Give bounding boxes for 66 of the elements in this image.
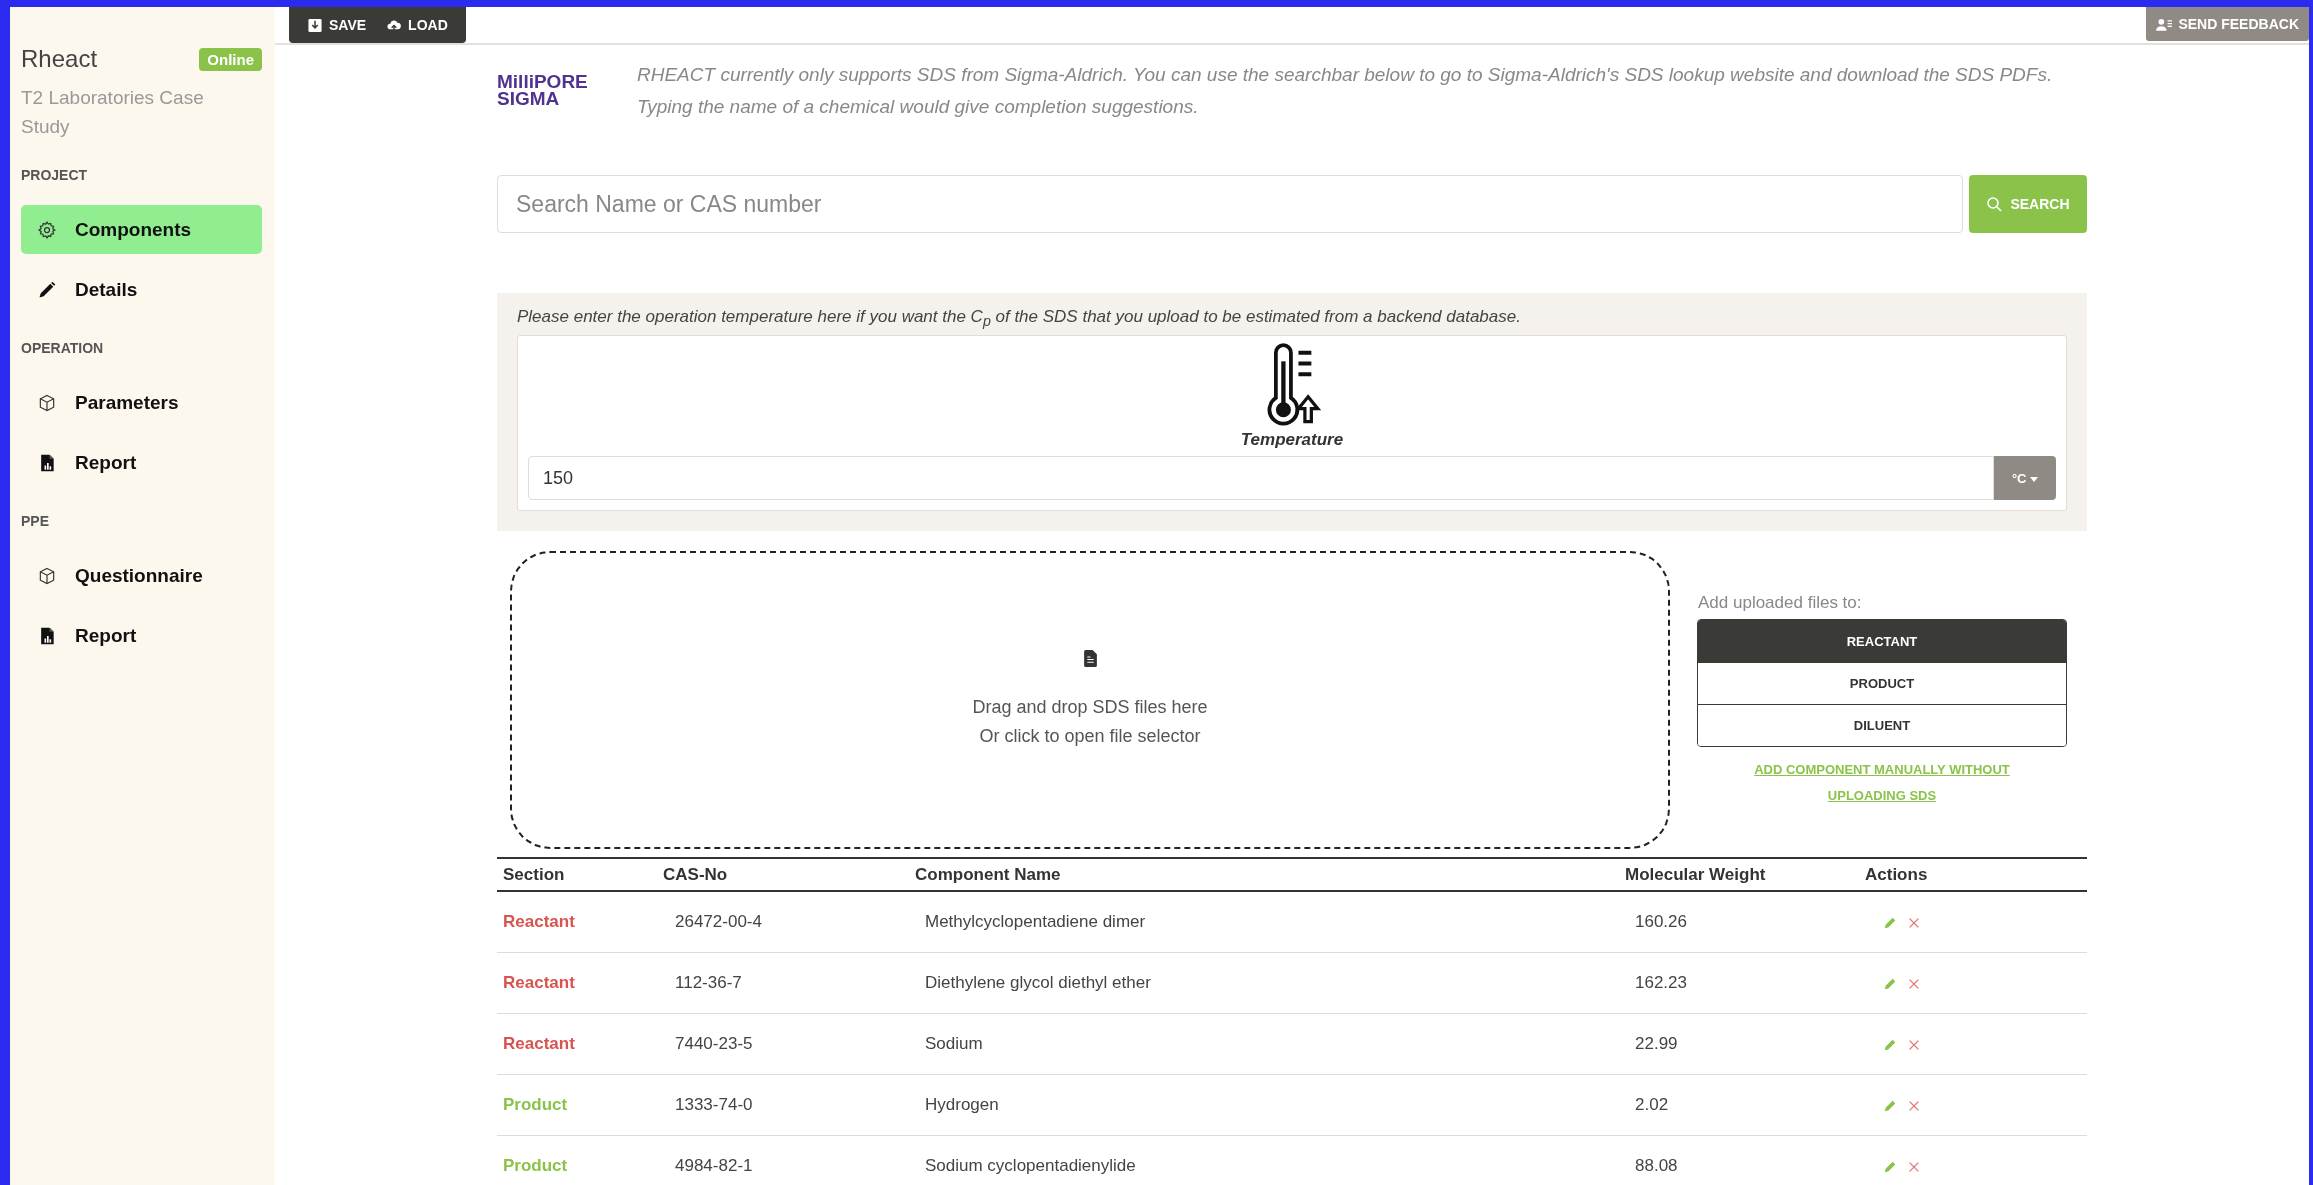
name-cell: Diethylene glycol diethyl ether <box>925 973 1151 993</box>
weight-cell: 160.26 <box>1635 912 1687 932</box>
section-cell: Reactant <box>503 912 575 932</box>
search-icon <box>1986 196 2003 212</box>
target-option[interactable]: DILUENT <box>1698 704 2066 747</box>
status-badge: Online <box>199 47 262 71</box>
weight-cell: 162.23 <box>1635 973 1687 993</box>
cube-icon <box>37 392 57 413</box>
intro-text: RHEACT currently only supports SDS from Sigma-Aldrich. You can use the searchbar below to go to Sigma-Aldrich's SDS lookup website and download the SDS PDFs. Typing the name of a chemical would give completion suggestions. <box>637 63 2054 119</box>
pencil-icon <box>37 279 57 300</box>
target-label: Add uploaded files to: <box>1698 593 1862 614</box>
column-header: Molecular Weight <box>1625 864 1766 884</box>
cube-icon <box>37 565 57 586</box>
dropzone-text: Or click to open file selector <box>979 724 1201 748</box>
name-cell: Hydrogen <box>925 1095 999 1115</box>
cas-cell: 1333-74-0 <box>675 1095 753 1115</box>
search-field[interactable]: Search Name or CAS number <box>497 175 1963 233</box>
sidebar-item[interactable]: Parameters <box>21 378 262 427</box>
toolbar-button[interactable]: LOAD <box>378 17 456 33</box>
app-title: Rheact <box>21 45 98 73</box>
sidebar-item[interactable]: Report <box>21 611 262 660</box>
target-option[interactable]: REACTANT <box>1698 620 2066 663</box>
toolbar-button[interactable]: SAVE <box>299 17 375 33</box>
cas-cell: 7440-23-5 <box>675 1034 753 1054</box>
column-header: CAS-No <box>663 864 728 884</box>
section-cell: Reactant <box>503 1034 575 1054</box>
download-icon <box>307 17 323 33</box>
temperature-label: Temperature <box>1240 430 1344 451</box>
column-header: Section <box>503 864 565 884</box>
temperature-field[interactable]: 150 <box>528 456 1994 501</box>
section-heading: OPERATION <box>21 340 105 356</box>
section-heading: PROJECT <box>21 167 89 183</box>
cas-cell: 26472-00-4 <box>675 912 762 932</box>
section-cell: Product <box>503 1156 568 1176</box>
edit-icon[interactable] <box>1883 1159 1897 1174</box>
sidebar-item[interactable]: Questionnaire <box>21 551 262 600</box>
weight-cell: 22.99 <box>1635 1034 1678 1054</box>
dropzone-text: Drag and drop SDS files here <box>972 695 1208 719</box>
cas-cell: 4984-82-1 <box>675 1156 753 1176</box>
logo: MilliPORE SIGMA <box>497 70 589 107</box>
cas-cell: 112-36-7 <box>675 973 742 993</box>
weight-cell: 88.08 <box>1635 1156 1678 1176</box>
edit-icon[interactable] <box>1883 915 1897 930</box>
section-cell: Product <box>503 1095 568 1115</box>
temperature-note: Please enter the operation temperature here if you want the C$_{p}$ of the SDS that you upload to be estimated from a backend database. <box>517 307 1522 330</box>
edit-icon[interactable] <box>1883 976 1897 991</box>
user-list-icon <box>2156 16 2173 32</box>
caret-icon <box>2030 476 2039 482</box>
project-name: T2 Laboratories Case Study <box>21 86 205 139</box>
sidebar-item[interactable]: Report <box>21 438 262 487</box>
edit-icon[interactable] <box>1883 1037 1897 1052</box>
section-cell: Reactant <box>503 973 575 993</box>
file-icon <box>1083 649 1097 667</box>
weight-cell: 2.02 <box>1635 1095 1669 1115</box>
name-cell: Methylcyclopentadiene dimer <box>925 912 1146 932</box>
cloud-upload-icon <box>386 17 403 33</box>
column-header: Component Name <box>915 864 1061 884</box>
column-header: Actions <box>1865 864 1928 884</box>
edit-icon[interactable] <box>1883 1098 1897 1113</box>
file-dropzone[interactable]: Drag and drop SDS files here Or click to open file selector <box>510 551 1670 850</box>
sidebar-item[interactable]: Components <box>21 205 262 254</box>
sidebar-item[interactable]: Details <box>21 265 262 314</box>
section-heading: PPE <box>21 513 50 529</box>
name-cell: Sodium cyclopentadienylide <box>925 1156 1136 1176</box>
gear-icon <box>37 219 57 240</box>
name-cell: Sodium <box>925 1034 983 1054</box>
